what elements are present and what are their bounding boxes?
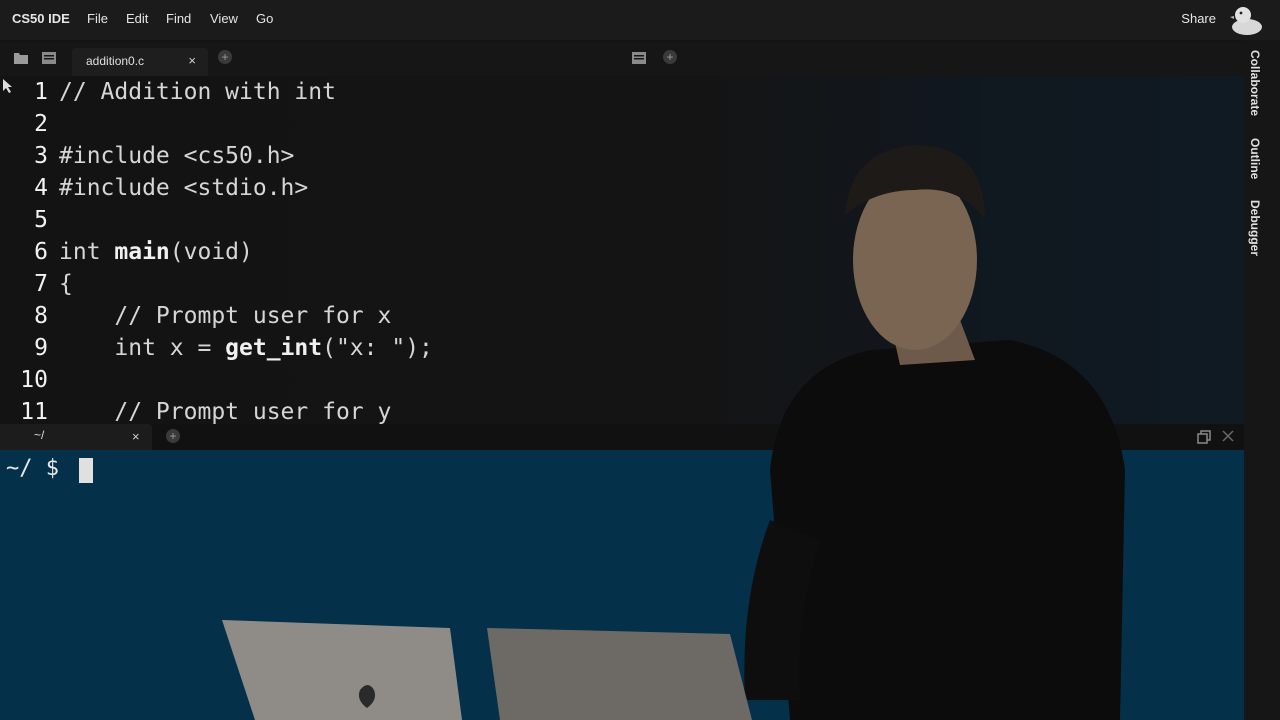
code-function: get_int <box>225 335 323 361</box>
line-number: 3 <box>34 143 48 169</box>
line-number: 6 <box>34 239 48 265</box>
code-line[interactable]: 3 #include <cs50.h> <box>0 143 294 175</box>
editor-tab-bar: addition0.c × + + <box>0 42 1244 76</box>
code-rest: (void) <box>169 239 253 265</box>
terminal-tab-label: ~/ <box>34 428 45 442</box>
new-pane-tab-icon[interactable]: + <box>663 50 677 64</box>
line-number: 7 <box>34 271 48 297</box>
code-rest: ("x: "); <box>322 335 433 361</box>
close-icon[interactable]: × <box>132 429 140 444</box>
new-tab-icon[interactable]: + <box>218 50 232 64</box>
code-line[interactable]: 5 <box>0 207 59 239</box>
terminal-tab-bar: ~/ × + <box>0 424 1244 450</box>
code-line[interactable]: 1 // Addition with int <box>0 79 336 111</box>
code-line[interactable]: 10 <box>0 367 59 399</box>
code-line[interactable]: 11 // Prompt user for y <box>0 399 391 424</box>
restore-icon[interactable] <box>1197 430 1211 444</box>
menu-find[interactable]: Find <box>166 11 191 26</box>
line-number: 4 <box>34 175 48 201</box>
menu-go[interactable]: Go <box>256 11 273 26</box>
line-number: 9 <box>34 335 48 361</box>
code-keyword: int <box>59 239 115 265</box>
code-line[interactable]: 4 #include <stdio.h> <box>0 175 308 207</box>
line-number: 2 <box>34 111 48 137</box>
right-sidebar: Collaborate Outline Debugger <box>1244 40 1280 720</box>
code-line[interactable]: 9 int x = get_int("x: "); <box>0 335 433 367</box>
line-code: int x = get_int("x: "); <box>59 335 433 361</box>
tab-label: addition0.c <box>86 54 145 68</box>
line-number: 8 <box>34 303 48 329</box>
line-number: 10 <box>20 367 48 393</box>
line-code: { <box>59 271 73 297</box>
tab-terminal[interactable]: ~/ × <box>0 424 152 450</box>
tab-addition0-c[interactable]: addition0.c × <box>72 48 208 76</box>
menu-bar: CS50 IDE File Edit Find View Go Share <box>0 0 1280 40</box>
share-button[interactable]: Share <box>1181 11 1216 26</box>
code-line[interactable]: 7{ <box>0 271 73 303</box>
code-line[interactable]: 6 int main(void) <box>0 239 253 271</box>
line-code: // Prompt user for x <box>59 303 392 329</box>
line-code: int main(void) <box>59 239 253 265</box>
sidebar-item-outline[interactable]: Outline <box>1248 138 1262 179</box>
code-line[interactable]: 8 // Prompt user for x <box>0 303 391 335</box>
tab-menu-icon[interactable] <box>42 52 56 64</box>
code-keyword: int x = <box>59 335 226 361</box>
line-number: 11 <box>20 399 48 424</box>
terminal-cursor <box>79 458 93 483</box>
terminal-prompt: ~/ $ <box>6 456 73 481</box>
terminal[interactable]: ~/ $ <box>0 450 1244 720</box>
app-title[interactable]: CS50 IDE <box>12 11 70 26</box>
close-icon[interactable]: × <box>188 53 196 68</box>
sidebar-item-debugger[interactable]: Debugger <box>1248 200 1262 256</box>
line-code: #include <stdio.h> <box>59 175 309 201</box>
folder-icon[interactable] <box>14 52 28 64</box>
menu-edit[interactable]: Edit <box>126 11 148 26</box>
line-code: // Prompt user for y <box>59 399 392 424</box>
line-number: 5 <box>34 207 48 233</box>
line-code: #include <cs50.h> <box>59 143 295 169</box>
duck-icon[interactable] <box>1230 4 1264 36</box>
close-pane-icon[interactable] <box>1222 430 1234 442</box>
line-number: 1 <box>34 79 48 105</box>
code-editor[interactable]: 1 // Addition with int 2 3 #include <cs50.… <box>0 76 1244 424</box>
code-line[interactable]: 2 <box>0 111 59 143</box>
pane-menu-icon[interactable] <box>632 52 646 64</box>
menu-view[interactable]: View <box>210 11 238 26</box>
sidebar-item-collaborate[interactable]: Collaborate <box>1248 50 1262 116</box>
new-terminal-icon[interactable]: + <box>166 429 180 443</box>
code-function: main <box>114 239 170 265</box>
menu-file[interactable]: File <box>87 11 108 26</box>
line-code: // Addition with int <box>59 79 336 105</box>
